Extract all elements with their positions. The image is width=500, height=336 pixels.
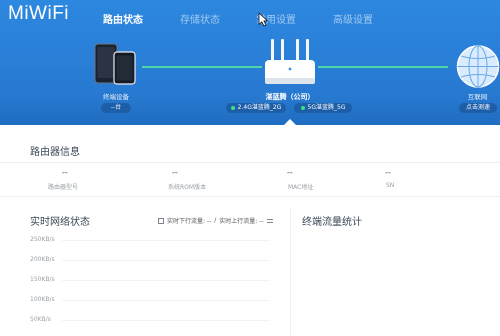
header-bar: MiWiFi 路由状态 存储状态 常用设置 高级设置 终端设备 --台 湛蓝腾（…: [0, 0, 500, 125]
upload-legend-icon: [266, 218, 273, 223]
rom-version-label: 系统ROM版本: [168, 184, 207, 191]
legend-separator: /: [214, 217, 217, 224]
phone-icon: [113, 51, 136, 85]
download-legend-icon: [158, 217, 164, 224]
router-icon[interactable]: [263, 38, 317, 88]
mac-address-value: --: [287, 168, 293, 177]
y-axis-tick-label: 250KB/s: [30, 236, 55, 243]
y-axis-tick-label: 100KB/s: [30, 296, 55, 303]
divider: [0, 162, 500, 163]
upload-rate-label: 实时上行流量: --: [219, 218, 264, 225]
status-dot-icon: [230, 106, 235, 110]
router-model-label: 路由器型号: [48, 184, 79, 191]
chart-gridline: [62, 240, 270, 241]
wifi-5g-label: 5G湛蓝腾_5G: [307, 104, 346, 111]
chart-gridline: [62, 260, 270, 261]
y-axis-tick-label: 50KB/s: [30, 316, 51, 323]
mouse-pointer-icon: [258, 12, 268, 27]
y-axis-tick-label: 200KB/s: [30, 256, 55, 263]
device-count-button[interactable]: --台: [101, 103, 131, 113]
traffic-legend: 实时下行流量: -- / 实时上行流量: --: [158, 216, 273, 225]
rom-version-value: --: [172, 168, 178, 177]
serial-number-value: --: [385, 168, 391, 177]
wifi-5g-pill[interactable]: 5G湛蓝腾_5G: [294, 103, 352, 113]
tab-storage-status[interactable]: 存储状态: [180, 11, 220, 26]
mac-address-label: MAC地址: [288, 184, 314, 191]
panel-divider: [290, 207, 291, 336]
globe-icon[interactable]: [455, 44, 500, 89]
connection-line-right: [318, 66, 448, 68]
divider: [0, 196, 500, 197]
internet-label: 互联网: [467, 93, 488, 101]
wifi-2g-pill[interactable]: 2.4G湛蓝腾_2G: [226, 103, 286, 113]
router-name: 湛蓝腾（公司）: [265, 93, 315, 101]
router-info-title: 路由器信息: [30, 147, 80, 158]
terminal-traffic-title: 终端流量统计: [302, 217, 362, 228]
terminal-devices-label: 终端设备: [103, 93, 129, 101]
status-dot-icon: [300, 106, 305, 110]
miwifi-admin-page: MiWiFi 路由状态 存储状态 常用设置 高级设置 终端设备 --台 湛蓝腾（…: [0, 0, 500, 336]
realtime-network-title: 实时网络状态: [30, 217, 90, 228]
router-model-value: --: [62, 168, 68, 177]
terminal-devices-icon[interactable]: [94, 43, 138, 85]
chart-gridline: [62, 280, 270, 281]
tab-advanced-settings[interactable]: 高级设置: [333, 11, 373, 26]
speed-test-button[interactable]: 点击测速: [459, 103, 497, 113]
y-axis-tick-label: 150KB/s: [30, 276, 55, 283]
serial-number-label: SN: [386, 182, 395, 189]
wifi-2g-label: 2.4G湛蓝腾_2G: [237, 104, 282, 111]
chart-gridline: [62, 300, 270, 301]
tab-router-status[interactable]: 路由状态: [103, 11, 143, 26]
chart-gridline: [62, 320, 270, 321]
connection-line-left: [142, 66, 262, 68]
app-logo[interactable]: MiWiFi: [8, 3, 69, 25]
download-rate-label: 实时下行流量: --: [167, 218, 212, 225]
